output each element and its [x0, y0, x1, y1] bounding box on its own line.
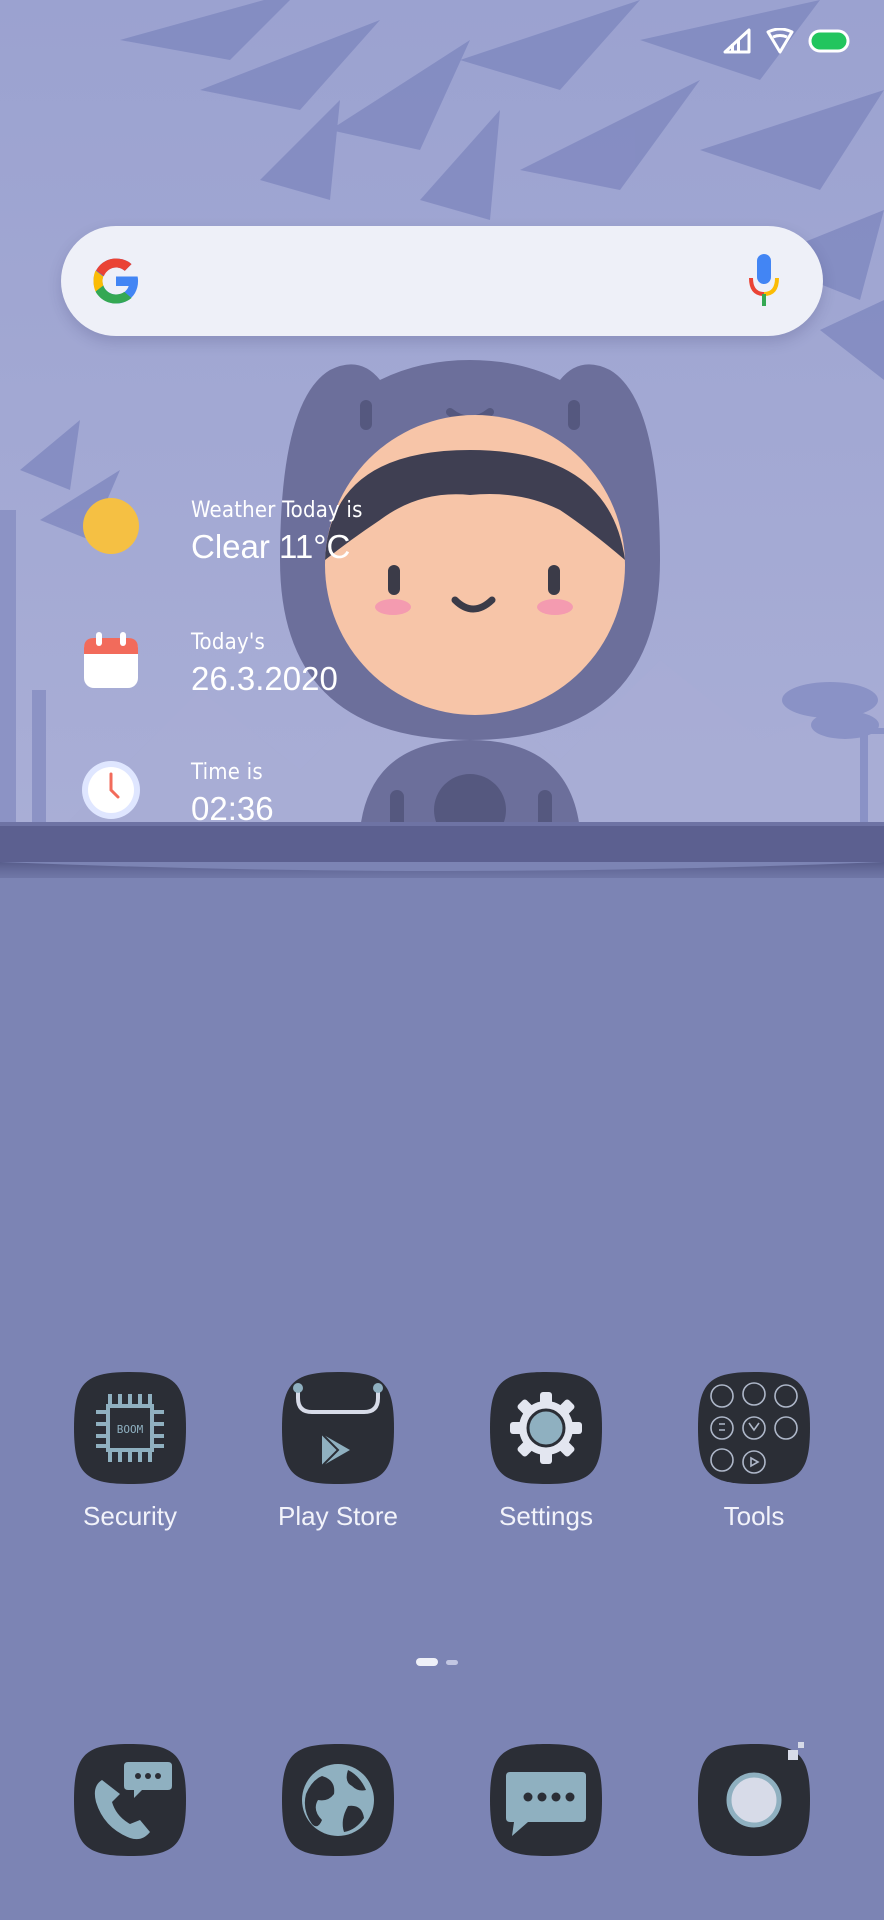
app-tools-folder[interactable]: Tools: [674, 1368, 834, 1532]
page-dot-active[interactable]: [416, 1658, 438, 1666]
chip-icon: BOOM: [74, 1372, 186, 1484]
app-label-security: Security: [83, 1501, 177, 1531]
app-settings[interactable]: Settings: [466, 1368, 626, 1532]
app-play-store[interactable]: Play Store: [258, 1368, 418, 1532]
weather-value: Clear 11°C: [191, 528, 351, 565]
time-caption: Time is: [191, 760, 263, 785]
status-bar: [722, 26, 850, 56]
camera-icon[interactable]: [694, 1740, 814, 1860]
wifi-icon: [766, 28, 794, 54]
app-label-settings: Settings: [499, 1501, 593, 1531]
messages-icon[interactable]: [486, 1740, 606, 1860]
page-indicator[interactable]: [416, 1658, 458, 1666]
microphone-icon[interactable]: [747, 252, 781, 310]
page-dot[interactable]: [446, 1659, 458, 1665]
google-search-bar[interactable]: [61, 226, 823, 336]
app-label-play-store: Play Store: [278, 1501, 398, 1531]
battery-icon: [808, 29, 850, 53]
chip-text: BOOM: [117, 1423, 144, 1436]
phone-icon[interactable]: [70, 1740, 190, 1860]
weather-caption: Weather Today is: [191, 498, 363, 523]
play-store-bag-icon: [282, 1372, 394, 1484]
date-value: 26.3.2020: [191, 660, 338, 697]
app-label-tools: Tools: [723, 1501, 785, 1531]
signal-icon: [723, 28, 751, 54]
browser-globe-icon[interactable]: [278, 1740, 398, 1860]
gear-icon: [490, 1372, 602, 1484]
app-security[interactable]: BOOM Security: [50, 1368, 210, 1532]
calendar-icon: [84, 632, 138, 688]
folder-icon: [698, 1372, 810, 1484]
google-logo-icon: [93, 258, 139, 304]
dock: [0, 1740, 884, 1860]
date-caption: Today's: [191, 630, 266, 655]
clock-icon: [82, 761, 140, 819]
sun-icon: [83, 498, 139, 554]
time-value: 02:36: [191, 790, 274, 827]
